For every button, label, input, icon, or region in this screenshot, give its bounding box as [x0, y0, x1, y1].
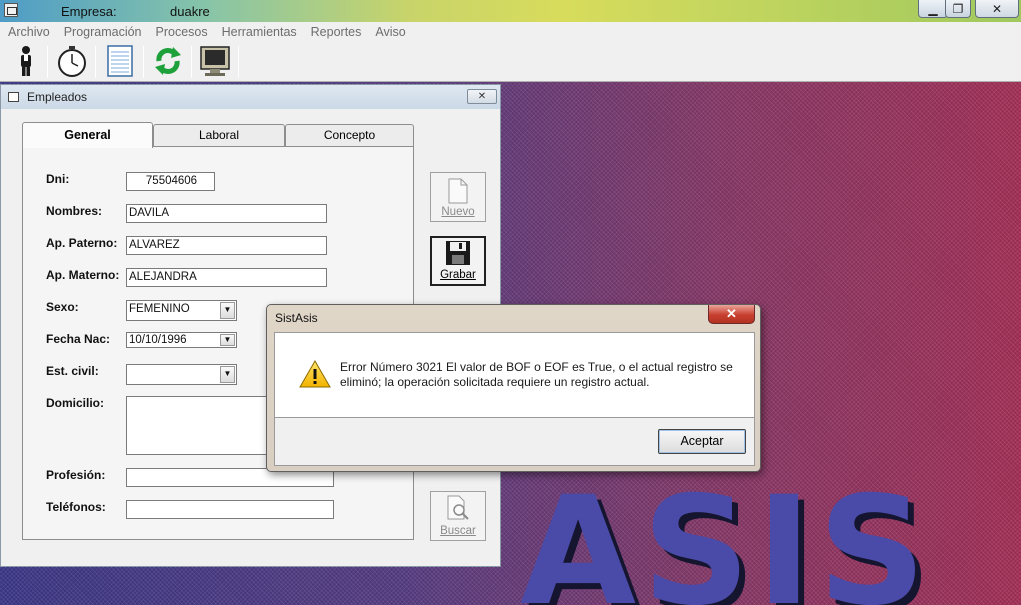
aceptar-button[interactable]: Aceptar	[658, 429, 746, 454]
monitor-icon	[200, 46, 230, 76]
search-icon	[447, 495, 469, 520]
menu-bar: Archivo Programación Procesos Herramient…	[0, 22, 1021, 42]
buscar-label: Buscar	[440, 525, 476, 537]
toolbar-separator	[47, 46, 48, 78]
ap-paterno-field[interactable]: ALVAREZ	[126, 236, 327, 255]
warning-icon	[299, 360, 331, 388]
toolbar-separator	[191, 46, 192, 78]
empleados-title: Empleados	[27, 90, 88, 104]
toolbar-separator	[143, 46, 144, 78]
background-logo: ASIS	[520, 465, 932, 605]
maximize-icon: ❐	[952, 1, 964, 16]
minimize-icon: ▁	[928, 1, 938, 16]
minimize-button[interactable]: ▁	[918, 0, 948, 18]
grabar-label: Grabar	[440, 269, 476, 281]
menu-reportes[interactable]: Reportes	[311, 25, 362, 39]
buscar-button[interactable]: Buscar	[430, 491, 486, 541]
toolbar-notes-button[interactable]	[103, 44, 137, 78]
nuevo-label: Nuevo	[441, 206, 475, 218]
ap-materno-label: Ap. Materno:	[46, 268, 120, 282]
est-civil-label: Est. civil:	[46, 364, 99, 378]
close-icon: ✕	[477, 91, 487, 102]
dialog-title: SistAsis	[275, 311, 318, 325]
toolbar-separator	[95, 46, 96, 78]
domicilio-label: Domicilio:	[46, 396, 105, 410]
stopwatch-icon	[58, 46, 86, 77]
menu-archivo[interactable]: Archivo	[8, 25, 50, 39]
empresa-label: Empresa:	[61, 4, 117, 19]
toolbar-refresh-button[interactable]	[151, 44, 185, 78]
menu-procesos[interactable]: Procesos	[156, 25, 208, 39]
menu-aviso[interactable]: Aviso	[375, 25, 405, 39]
dialog-message: Error Número 3021 El valor de BOF o EOF …	[340, 360, 733, 389]
app-titlebar: Empresa: duakre ▁ ❐ ✕	[0, 0, 1021, 22]
notepad-icon	[107, 45, 133, 77]
nombres-field[interactable]: DAVILA	[126, 204, 327, 223]
nombres-label: Nombres:	[46, 204, 103, 218]
chevron-down-icon[interactable]: ▼	[220, 302, 235, 319]
grabar-button[interactable]: Grabar	[430, 236, 486, 286]
fecha-nac-label: Fecha Nac:	[46, 332, 111, 346]
dni-label: Dni:	[46, 172, 70, 186]
toolbar-monitor-button[interactable]	[198, 44, 232, 78]
nuevo-button[interactable]: Nuevo	[430, 172, 486, 222]
sexo-value: FEMENINO	[129, 303, 190, 315]
chevron-down-icon[interactable]: ▼	[220, 366, 235, 383]
chevron-down-icon[interactable]: ▼	[220, 334, 235, 346]
toolbar-attendance-button[interactable]	[55, 44, 89, 78]
telefonos-label: Teléfonos:	[46, 500, 106, 514]
toolbar	[0, 42, 1021, 82]
maximize-button[interactable]: ❐	[945, 0, 971, 18]
close-icon: ✕	[991, 1, 1003, 16]
new-document-icon	[448, 178, 468, 204]
ap-paterno-label: Ap. Paterno:	[46, 236, 118, 250]
tab-general[interactable]: General	[22, 122, 153, 148]
toolbar-employees-button[interactable]	[9, 44, 43, 78]
empleados-titlebar: Empleados ✕	[1, 85, 500, 109]
close-icon: ✕	[726, 306, 737, 321]
empresa-value: duakre	[170, 4, 210, 19]
close-button[interactable]: ✕	[975, 0, 1019, 18]
save-floppy-icon	[446, 241, 470, 265]
tab-concepto[interactable]: Concepto	[285, 124, 414, 146]
fecha-nac-picker[interactable]: 10/10/1996 ▼	[126, 332, 237, 348]
refresh-icon	[155, 47, 181, 75]
dialog-body: Error Número 3021 El valor de BOF o EOF …	[274, 332, 755, 418]
error-dialog: SistAsis ✕ Error Número 3021 El valor de…	[266, 304, 761, 472]
toolbar-separator	[238, 46, 239, 78]
window-icon	[8, 92, 19, 102]
profesion-label: Profesión:	[46, 468, 106, 482]
sexo-label: Sexo:	[46, 300, 79, 314]
fecha-nac-value: 10/10/1996	[129, 334, 187, 346]
menu-programacion[interactable]: Programación	[64, 25, 142, 39]
sexo-combo[interactable]: FEMENINO ▼	[126, 300, 237, 321]
dialog-footer: Aceptar	[274, 418, 755, 466]
est-civil-combo[interactable]: ▼	[126, 364, 237, 385]
menu-herramientas[interactable]: Herramientas	[222, 25, 297, 39]
app-icon	[4, 3, 18, 17]
dialog-close-button[interactable]: ✕	[708, 305, 755, 324]
dni-field[interactable]: 75504606	[126, 172, 215, 191]
empleados-close-button[interactable]: ✕	[467, 89, 497, 104]
tab-laboral[interactable]: Laboral	[153, 124, 285, 146]
telefonos-field[interactable]	[126, 500, 334, 519]
person-icon	[21, 46, 31, 76]
ap-materno-field[interactable]: ALEJANDRA	[126, 268, 327, 287]
